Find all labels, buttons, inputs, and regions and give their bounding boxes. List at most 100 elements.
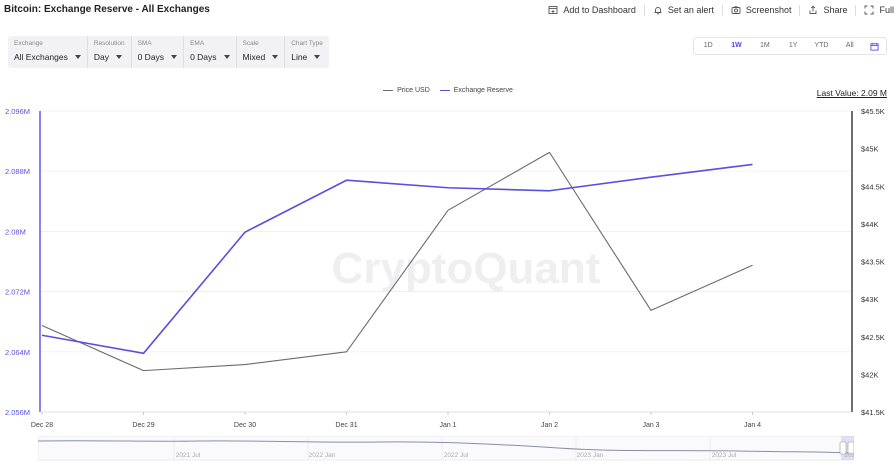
y-right-tick-label: $41.5K xyxy=(861,408,885,417)
y-right-tick-label: $44K xyxy=(861,220,879,229)
add-to-dashboard-button[interactable]: Add to Dashboard xyxy=(540,5,644,15)
resolution-select[interactable]: Resolution Day xyxy=(88,36,132,68)
range-ytd-button[interactable]: YTD xyxy=(807,38,835,54)
share-label: Share xyxy=(823,5,848,15)
chevron-down-icon xyxy=(74,55,81,59)
resolution-select-label: Resolution xyxy=(93,40,125,47)
legend-swatch-reserve xyxy=(439,89,450,92)
ema-select[interactable]: EMA 0 Days xyxy=(184,36,237,68)
chevron-down-icon xyxy=(171,55,178,59)
y-right-tick-label: $42K xyxy=(861,370,879,379)
legend-item-reserve[interactable]: Exchange Reserve xyxy=(439,87,513,94)
range-navigator[interactable]: 2021 Jul 2022 Jan 2022 Jul 2023 Jan 2023 Jul… xyxy=(38,436,854,462)
chart-type-select-value: Line xyxy=(291,52,308,62)
data-point-exchange-reserve[interactable] xyxy=(244,231,247,234)
navigator-label: 2023 Jul xyxy=(712,452,737,459)
data-point-price-usd[interactable] xyxy=(447,209,450,212)
exchange-select-label: Exchange xyxy=(14,40,43,47)
data-point-exchange-reserve[interactable] xyxy=(41,334,44,337)
chevron-down-icon xyxy=(314,55,321,59)
top-bar: Bitcoin: Exchange Reserve - All Exchange… xyxy=(0,0,896,20)
data-point-exchange-reserve[interactable] xyxy=(548,189,551,192)
x-tick-label: Dec 28 xyxy=(31,422,53,429)
data-point-price-usd[interactable] xyxy=(751,264,754,267)
x-tick-label: Dec 29 xyxy=(132,422,154,429)
data-point-price-usd[interactable] xyxy=(142,369,145,372)
range-all-button[interactable]: All xyxy=(836,38,864,54)
resolution-select-value: Day xyxy=(93,52,109,62)
chevron-down-icon xyxy=(223,55,230,59)
data-point-price-usd[interactable] xyxy=(548,151,551,154)
x-tick-label: Dec 30 xyxy=(234,422,256,429)
legend-swatch-price xyxy=(383,89,394,92)
data-point-exchange-reserve[interactable] xyxy=(345,179,348,182)
calendar-button[interactable] xyxy=(864,42,886,51)
data-point-exchange-reserve[interactable] xyxy=(751,163,754,166)
range-1d-button[interactable]: 1D xyxy=(694,38,722,54)
page-title: Bitcoin: Exchange Reserve - All Exchange… xyxy=(4,4,210,15)
dashboard-icon xyxy=(548,6,558,14)
sma-select-value: 0 Days xyxy=(137,52,165,62)
x-tick-label: Jan 2 xyxy=(541,422,558,429)
navigator-label: 2022 Jan xyxy=(309,452,336,459)
header-actions: Add to Dashboard Set an alert Screenshot… xyxy=(540,3,896,17)
range-1w-button[interactable]: 1W xyxy=(722,38,750,54)
last-value-readout: Last Value: 2.09 M xyxy=(816,88,887,98)
calendar-icon xyxy=(870,42,880,51)
y-left-tick-label: 2.064M xyxy=(5,348,30,357)
data-point-price-usd[interactable] xyxy=(41,324,44,327)
exchange-select-value: All Exchanges xyxy=(14,52,68,62)
y-left-tick-label: 2.096M xyxy=(5,107,30,116)
sma-select-label: SMA xyxy=(137,40,152,47)
y-right-tick-label: $45.5K xyxy=(861,107,885,116)
data-point-exchange-reserve[interactable] xyxy=(650,176,653,179)
scale-select-value: Mixed xyxy=(242,52,266,62)
legend-label-price: Price USD xyxy=(397,87,430,94)
y-right-tick-label: $45K xyxy=(861,145,879,154)
data-point-exchange-reserve[interactable] xyxy=(447,186,450,189)
chart-type-select[interactable]: Chart Type Line xyxy=(285,36,329,68)
fullscreen-button[interactable]: Full xyxy=(856,5,896,15)
range-1y-button[interactable]: 1Y xyxy=(779,38,807,54)
y-right-tick-label: $44.5K xyxy=(861,182,885,191)
navigator-label: 2023 Jan xyxy=(577,452,604,459)
data-point-exchange-reserve[interactable] xyxy=(142,352,145,355)
chart-type-select-label: Chart Type xyxy=(291,40,323,47)
set-alert-button[interactable]: Set an alert xyxy=(645,5,722,15)
screenshot-button[interactable]: Screenshot xyxy=(723,5,800,15)
add-to-dashboard-label: Add to Dashboard xyxy=(563,5,636,15)
exchange-select[interactable]: Exchange All Exchanges xyxy=(8,36,88,68)
fullscreen-label: Full xyxy=(879,5,894,15)
navigator-label: 2024 Jan xyxy=(845,452,854,459)
ema-select-value: 0 Days xyxy=(190,52,217,62)
scale-select[interactable]: Scale Mixed xyxy=(237,36,286,68)
chart-legend: Price USD Exchange Reserve xyxy=(0,87,896,94)
data-point-price-usd[interactable] xyxy=(650,309,653,312)
x-tick-label: Jan 4 xyxy=(744,422,761,429)
legend-item-price[interactable]: Price USD xyxy=(383,87,430,94)
range-1m-button[interactable]: 1M xyxy=(751,38,779,54)
share-button[interactable]: Share xyxy=(800,5,855,15)
data-point-price-usd[interactable] xyxy=(244,363,247,366)
watermark: CryptoQuant xyxy=(332,244,601,293)
bell-icon xyxy=(654,7,662,15)
y-left-tick-label: 2.088M xyxy=(5,167,30,176)
scale-select-label: Scale xyxy=(242,40,259,47)
x-tick-label: Jan 3 xyxy=(642,422,659,429)
navigator-label: 2022 Jul xyxy=(444,452,469,459)
screenshot-label: Screenshot xyxy=(745,5,792,15)
sma-select[interactable]: SMA 0 Days xyxy=(132,36,185,68)
chevron-down-icon xyxy=(116,55,122,59)
x-tick-label: Dec 31 xyxy=(335,422,357,429)
y-right-tick-label: $43.5K xyxy=(861,258,885,267)
set-alert-label: Set an alert xyxy=(667,5,714,15)
range-selector: 1D 1W 1M 1Y YTD All xyxy=(693,37,887,55)
filter-bar: Exchange All Exchanges Resolution Day SM… xyxy=(8,36,329,68)
fullscreen-icon xyxy=(865,5,874,15)
y-left-tick-label: 2.08M xyxy=(5,227,26,236)
y-right-tick-label: $43K xyxy=(861,295,879,304)
data-point-price-usd[interactable] xyxy=(345,350,348,353)
y-left-tick-label: 2.072M xyxy=(5,288,30,297)
chart-area: CryptoQuant 2.096M 2.088M 2.08M 2.072M 2.064M… xyxy=(5,107,885,429)
camera-icon xyxy=(731,6,741,14)
